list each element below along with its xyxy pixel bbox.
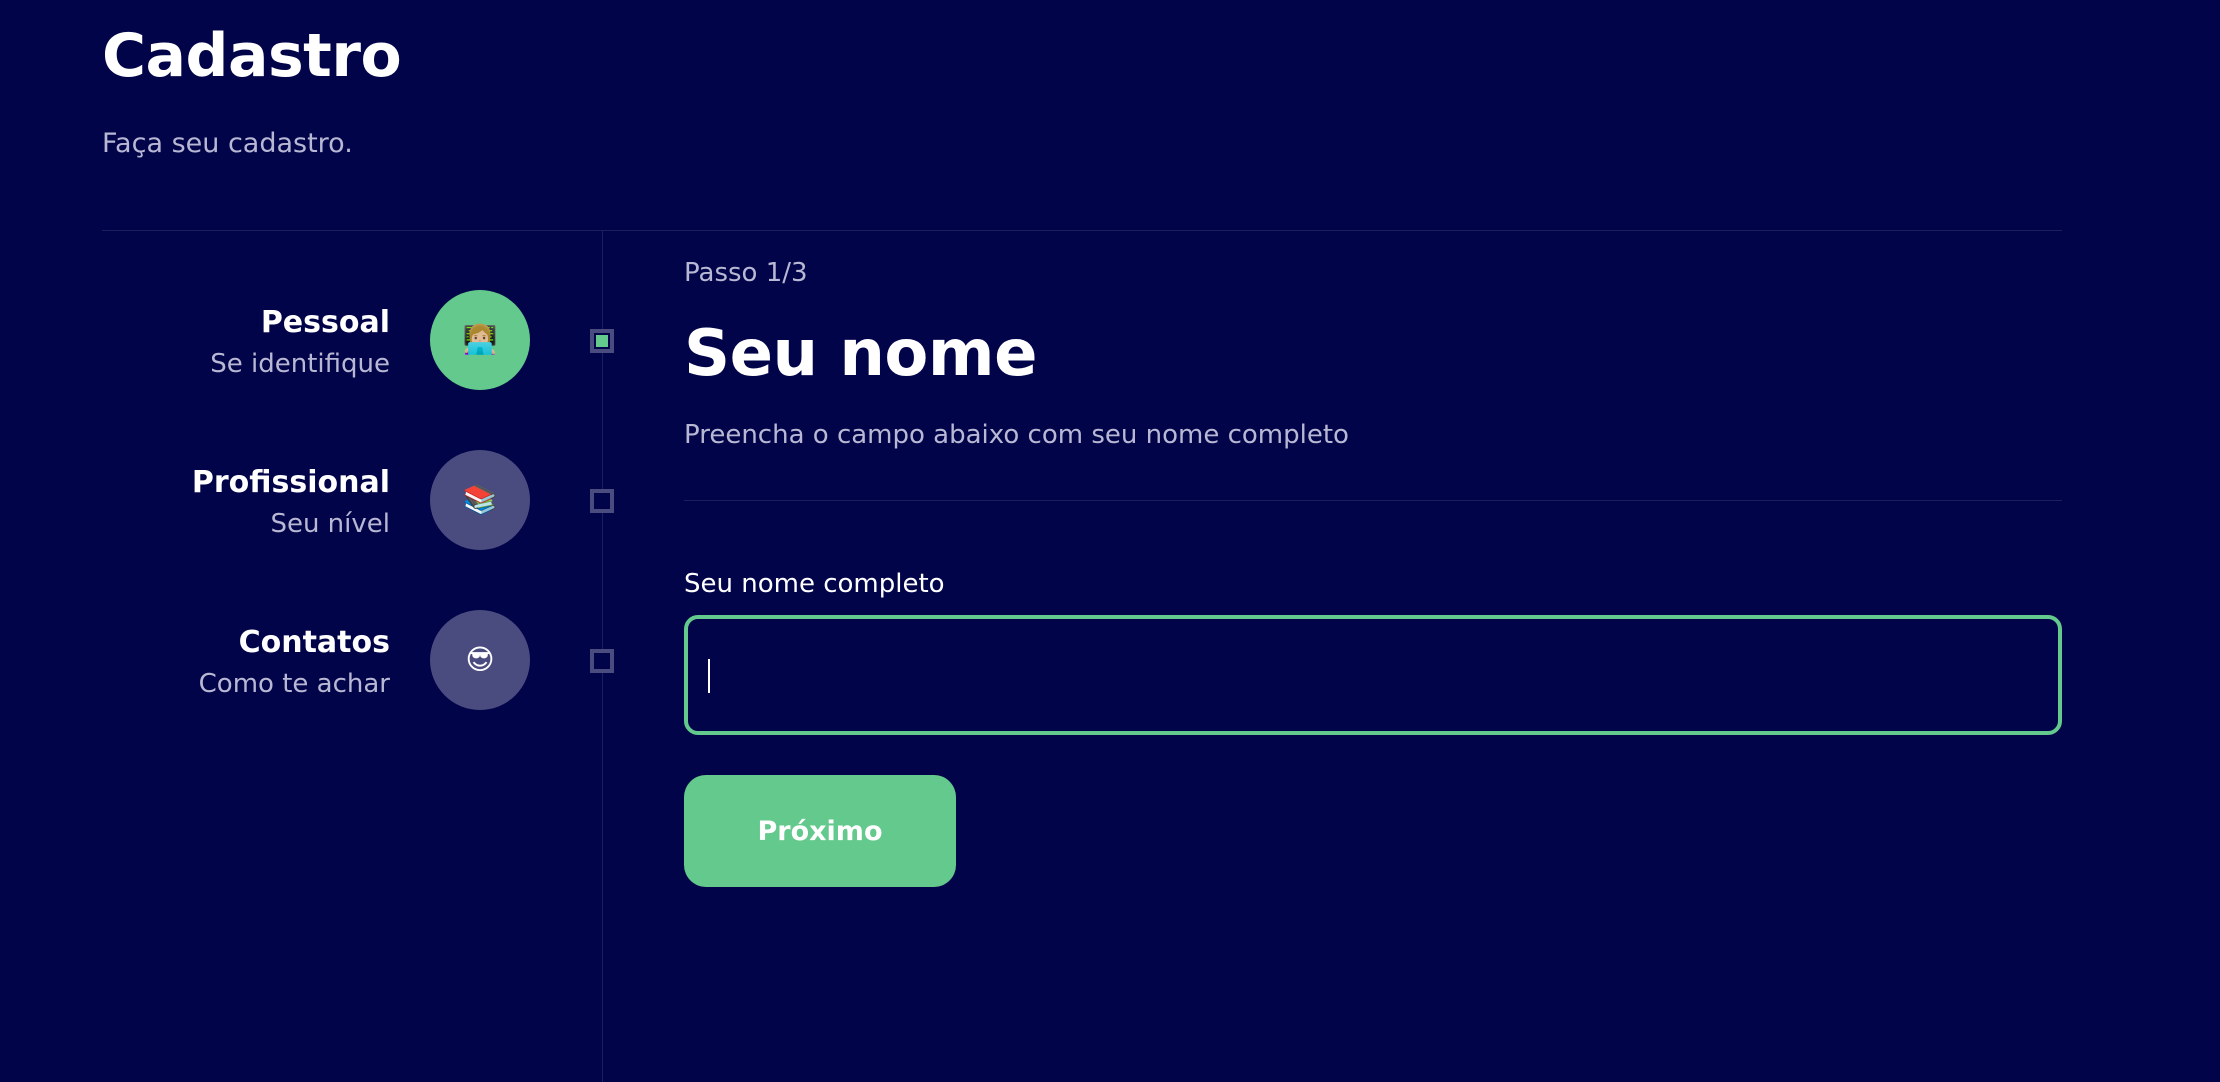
content-divider xyxy=(684,500,2062,501)
step-text: Contatos Como te achar xyxy=(199,624,390,702)
books-icon: 📚 xyxy=(430,450,530,550)
registration-page: Cadastro Faça seu cadastro. Pessoal Se i… xyxy=(0,0,2220,1082)
text-caret xyxy=(708,659,710,693)
step-title-heading: Seu nome xyxy=(684,317,1037,391)
step-title: Profissional xyxy=(191,465,390,500)
step-description: Como te achar xyxy=(198,669,390,699)
step-marker xyxy=(590,649,614,673)
step-text: Profissional Seu nível xyxy=(192,464,390,542)
page-subtitle: Faça seu cadastro. xyxy=(102,128,353,159)
step-contatos[interactable]: Contatos Como te achar 😎 xyxy=(0,610,614,710)
step-marker xyxy=(590,489,614,513)
next-button[interactable]: Próximo xyxy=(684,775,956,887)
step-title: Contatos xyxy=(238,625,390,660)
step-description: Se identifique xyxy=(210,349,390,379)
step-pessoal[interactable]: Pessoal Se identifique 👩🏼‍💻 xyxy=(0,290,614,390)
step-content: Passo 1/3 Seu nome Preencha o campo abai… xyxy=(684,256,2062,887)
step-profissional[interactable]: Profissional Seu nível 📚 xyxy=(0,450,614,550)
step-title: Pessoal xyxy=(260,305,390,340)
full-name-field-wrapper xyxy=(684,615,2062,735)
step-description: Seu nível xyxy=(270,509,390,539)
page-header: Cadastro Faça seu cadastro. xyxy=(102,20,402,160)
header-divider xyxy=(102,230,2062,231)
full-name-input[interactable] xyxy=(684,615,2062,735)
sunglasses-face-icon: 😎 xyxy=(430,610,530,710)
step-marker-active xyxy=(590,329,614,353)
step-counter: Passo 1/3 xyxy=(684,258,808,288)
full-name-label: Seu nome completo xyxy=(684,569,945,599)
step-instructions: Preencha o campo abaixo com seu nome com… xyxy=(684,420,1349,450)
marker-dot xyxy=(596,335,608,347)
page-title: Cadastro xyxy=(102,21,402,91)
step-text: Pessoal Se identifique xyxy=(210,304,390,382)
woman-technologist-icon: 👩🏼‍💻 xyxy=(430,290,530,390)
